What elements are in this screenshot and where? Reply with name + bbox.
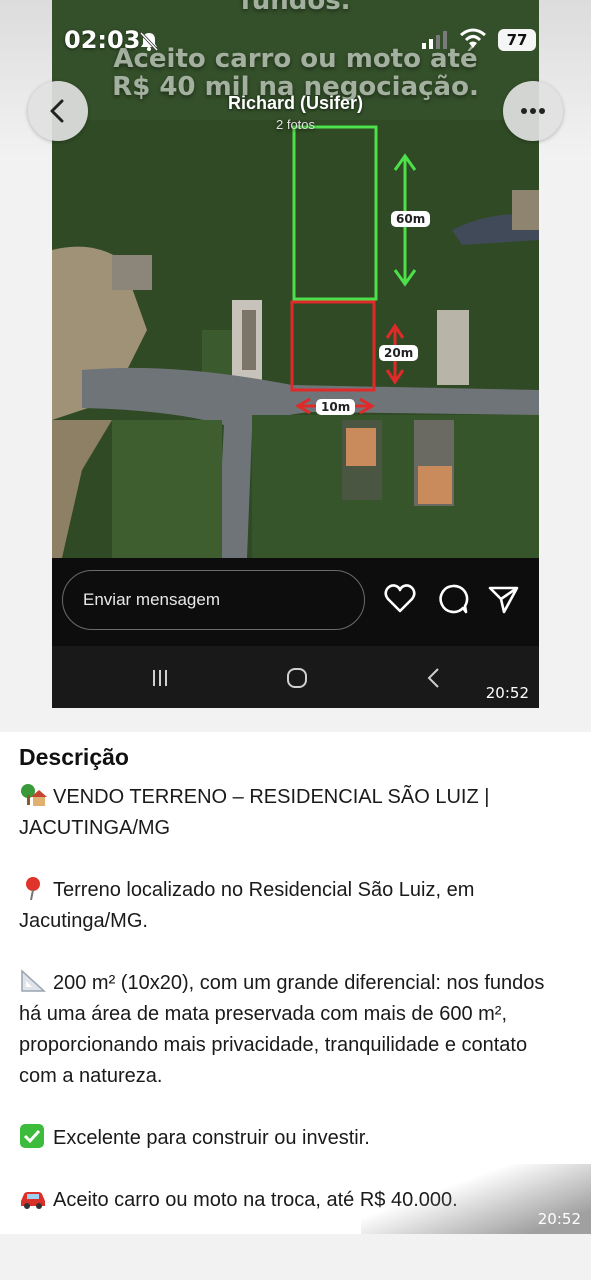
overlay-text-line: fundos. bbox=[240, 0, 351, 16]
silent-bell-icon bbox=[139, 31, 159, 52]
ellipsis-icon bbox=[521, 108, 545, 114]
photo-count: 2 fotos bbox=[275, 117, 316, 132]
description-panel: Descrição VENDO TERRENO – RESIDENCIAL SÃ… bbox=[0, 732, 591, 1234]
cellular-signal-icon bbox=[422, 31, 447, 49]
dimension-label-back: 60m bbox=[391, 211, 431, 227]
more-options-button[interactable] bbox=[503, 81, 563, 141]
back-button[interactable] bbox=[28, 81, 88, 141]
check-icon bbox=[20, 1124, 44, 1148]
back-nav-icon[interactable] bbox=[420, 664, 448, 692]
description-paragraph: Terreno localizado no Residencial São Lu… bbox=[19, 875, 564, 937]
send-icon[interactable] bbox=[486, 582, 520, 616]
bottom-strip bbox=[0, 1234, 591, 1280]
dimension-label-front: 20m bbox=[379, 345, 419, 361]
pin-icon bbox=[26, 877, 40, 900]
chevron-left-icon bbox=[50, 99, 64, 123]
battery-indicator: 77 bbox=[498, 29, 536, 51]
wifi-icon bbox=[460, 28, 486, 48]
chat-photo-viewer: fundos. Aceito carro ou moto até R$ 40 m… bbox=[0, 0, 591, 1280]
home-icon[interactable] bbox=[283, 664, 311, 692]
message-timestamp: 20:52 bbox=[537, 1210, 581, 1228]
car-icon bbox=[21, 1192, 45, 1209]
description-paragraph: 200 m² (10x20), com um grande diferencia… bbox=[19, 968, 564, 1092]
triangle-ruler-icon bbox=[21, 969, 46, 992]
recent-apps-icon[interactable] bbox=[146, 664, 174, 692]
house-tree-icon bbox=[21, 784, 47, 806]
paragraph-text: Excelente para construir ou investir. bbox=[53, 1127, 370, 1149]
description-paragraph: Excelente para construir ou investir. bbox=[19, 1123, 564, 1154]
paragraph-text: 200 m² (10x20), com um grande diferencia… bbox=[19, 972, 545, 1087]
heart-icon[interactable] bbox=[383, 582, 417, 616]
description-paragraph: VENDO TERRENO – RESIDENCIAL SÃO LUIZ | J… bbox=[19, 782, 564, 844]
status-time: 02:03 bbox=[64, 26, 141, 54]
dimension-label-width: 10m bbox=[316, 399, 356, 415]
paragraph-text: VENDO TERRENO – RESIDENCIAL SÃO LUIZ | J… bbox=[19, 786, 490, 839]
description-title: Descrição bbox=[19, 744, 129, 770]
comment-icon[interactable] bbox=[436, 582, 470, 616]
image-timestamp: 20:52 bbox=[485, 684, 529, 702]
chat-contact-name: Richard (Usifer) bbox=[227, 93, 364, 113]
android-nav-bar: 20:52 bbox=[52, 646, 539, 708]
story-reply-bar: Enviar mensagem bbox=[52, 558, 539, 646]
paragraph-text: Terreno localizado no Residencial São Lu… bbox=[19, 879, 475, 932]
message-input[interactable]: Enviar mensagem bbox=[62, 570, 365, 630]
